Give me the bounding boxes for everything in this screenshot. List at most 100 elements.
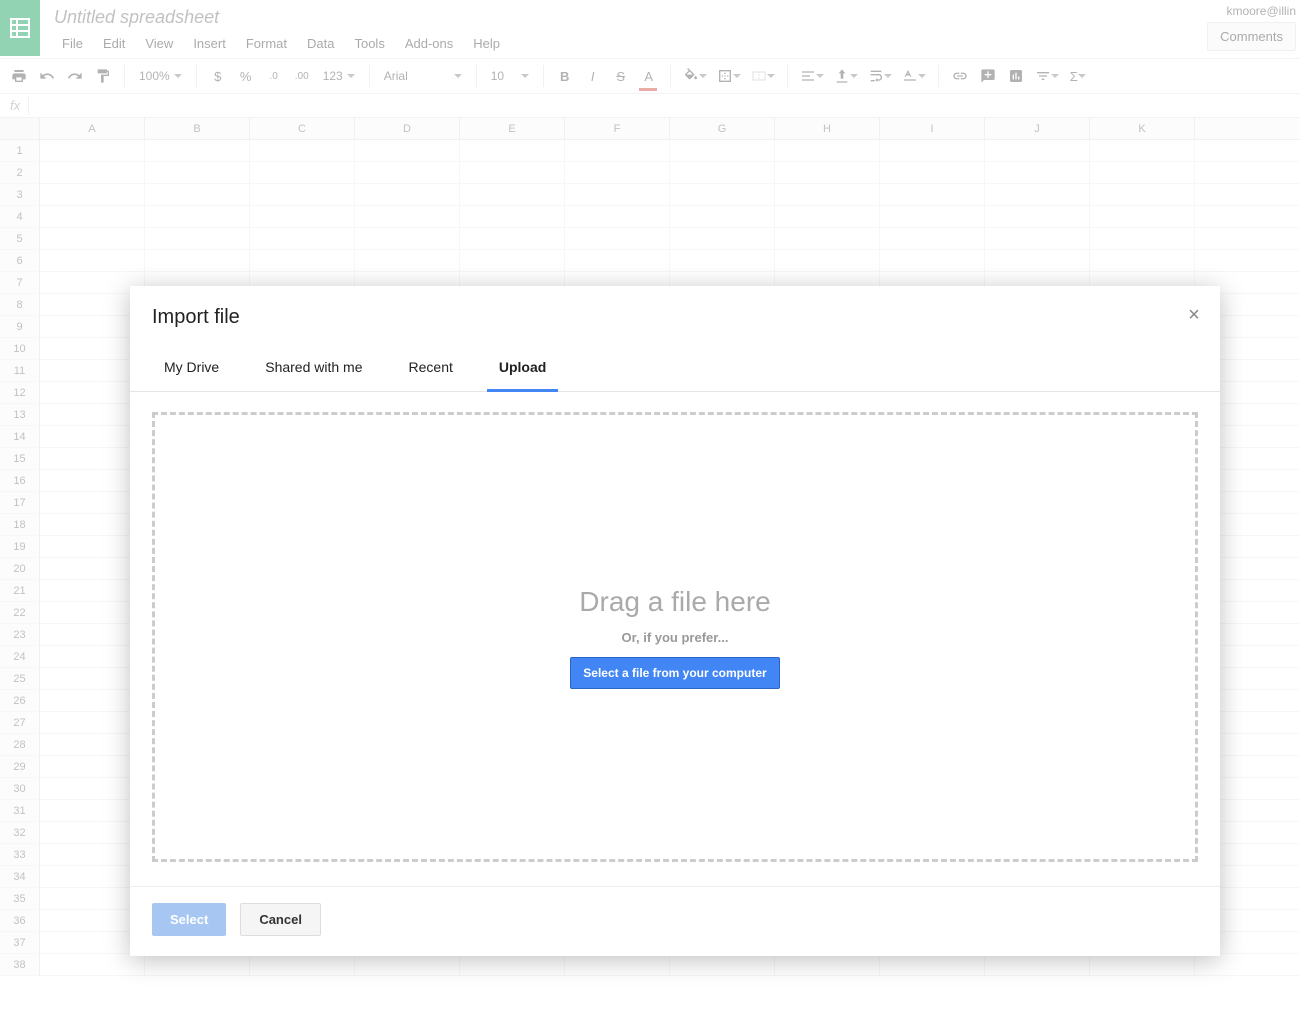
cell[interactable] [250,162,355,183]
zoom-dropdown[interactable]: 100% [133,63,188,89]
row-header[interactable]: 28 [0,734,40,755]
cell[interactable] [250,954,355,975]
row-header[interactable]: 37 [0,932,40,953]
col-header[interactable]: G [670,118,775,139]
cell[interactable] [1090,140,1195,161]
row-header[interactable]: 16 [0,470,40,491]
menu-edit[interactable]: Edit [95,32,133,55]
col-header[interactable]: J [985,118,1090,139]
comments-button[interactable]: Comments [1207,22,1296,51]
row-header[interactable]: 9 [0,316,40,337]
formula-bar[interactable]: fx [0,94,1300,118]
percent-icon[interactable]: % [233,63,259,89]
borders-icon[interactable] [713,63,745,89]
cell[interactable] [565,250,670,271]
row-header[interactable]: 15 [0,448,40,469]
cell[interactable] [670,184,775,205]
select-button[interactable]: Select [152,903,226,936]
merge-cells-icon[interactable] [747,63,779,89]
row-header[interactable]: 25 [0,668,40,689]
cell[interactable] [460,140,565,161]
cell[interactable] [565,162,670,183]
cell[interactable] [985,206,1090,227]
row-header[interactable]: 19 [0,536,40,557]
cell[interactable] [565,228,670,249]
cell[interactable] [460,250,565,271]
row-header[interactable]: 33 [0,844,40,865]
paint-format-icon[interactable] [90,63,116,89]
cell[interactable] [40,140,145,161]
row-header[interactable]: 31 [0,800,40,821]
cell[interactable] [40,250,145,271]
cell[interactable] [355,206,460,227]
cell[interactable] [355,954,460,975]
insert-link-icon[interactable] [947,63,973,89]
redo-icon[interactable] [62,63,88,89]
cell[interactable] [145,140,250,161]
cell[interactable] [355,250,460,271]
cell[interactable] [40,228,145,249]
vertical-align-icon[interactable] [830,63,862,89]
row-header[interactable]: 24 [0,646,40,667]
currency-icon[interactable]: $ [205,63,231,89]
select-all-corner[interactable] [0,118,40,139]
number-format-dropdown[interactable]: 123 [317,63,361,89]
cell[interactable] [145,162,250,183]
font-dropdown[interactable]: Arial [378,63,468,89]
filter-icon[interactable] [1031,63,1063,89]
cell[interactable] [1090,228,1195,249]
text-rotation-icon[interactable] [898,63,930,89]
cell[interactable] [775,162,880,183]
tab-upload[interactable]: Upload [487,353,558,392]
row-header[interactable]: 18 [0,514,40,535]
cell[interactable] [670,954,775,975]
cell[interactable] [880,250,985,271]
cell[interactable] [250,140,355,161]
col-header[interactable]: F [565,118,670,139]
cell[interactable] [250,184,355,205]
cell[interactable] [985,250,1090,271]
cell[interactable] [460,162,565,183]
cell[interactable] [355,140,460,161]
cell[interactable] [145,250,250,271]
cell[interactable] [40,184,145,205]
col-header[interactable]: C [250,118,355,139]
cell[interactable] [250,228,355,249]
font-size-dropdown[interactable]: 10 [485,63,535,89]
cell[interactable] [775,228,880,249]
text-wrap-icon[interactable] [864,63,896,89]
menu-format[interactable]: Format [238,32,295,55]
row-header[interactable]: 13 [0,404,40,425]
row-header[interactable]: 4 [0,206,40,227]
cell[interactable] [775,140,880,161]
row-header[interactable]: 27 [0,712,40,733]
row-header[interactable]: 36 [0,910,40,931]
cancel-button[interactable]: Cancel [240,903,321,936]
col-header[interactable]: D [355,118,460,139]
cell[interactable] [670,228,775,249]
col-header[interactable]: K [1090,118,1195,139]
select-file-button[interactable]: Select a file from your computer [570,657,779,689]
print-icon[interactable] [6,63,32,89]
horizontal-align-icon[interactable] [796,63,828,89]
cell[interactable] [1090,162,1195,183]
cell[interactable] [880,228,985,249]
undo-icon[interactable] [34,63,60,89]
row-header[interactable]: 32 [0,822,40,843]
cell[interactable] [985,140,1090,161]
cell[interactable] [880,140,985,161]
col-header[interactable]: E [460,118,565,139]
cell[interactable] [670,250,775,271]
insert-comment-icon[interactable] [975,63,1001,89]
cell[interactable] [775,954,880,975]
cell[interactable] [880,162,985,183]
cell[interactable] [880,206,985,227]
row-header[interactable]: 22 [0,602,40,623]
upload-dropzone[interactable]: Drag a file here Or, if you prefer... Se… [152,412,1198,862]
cell[interactable] [460,954,565,975]
cell[interactable] [565,954,670,975]
menu-view[interactable]: View [137,32,181,55]
menu-add-ons[interactable]: Add-ons [397,32,461,55]
text-color-icon[interactable]: A [636,63,662,89]
functions-icon[interactable]: Σ [1065,63,1091,89]
